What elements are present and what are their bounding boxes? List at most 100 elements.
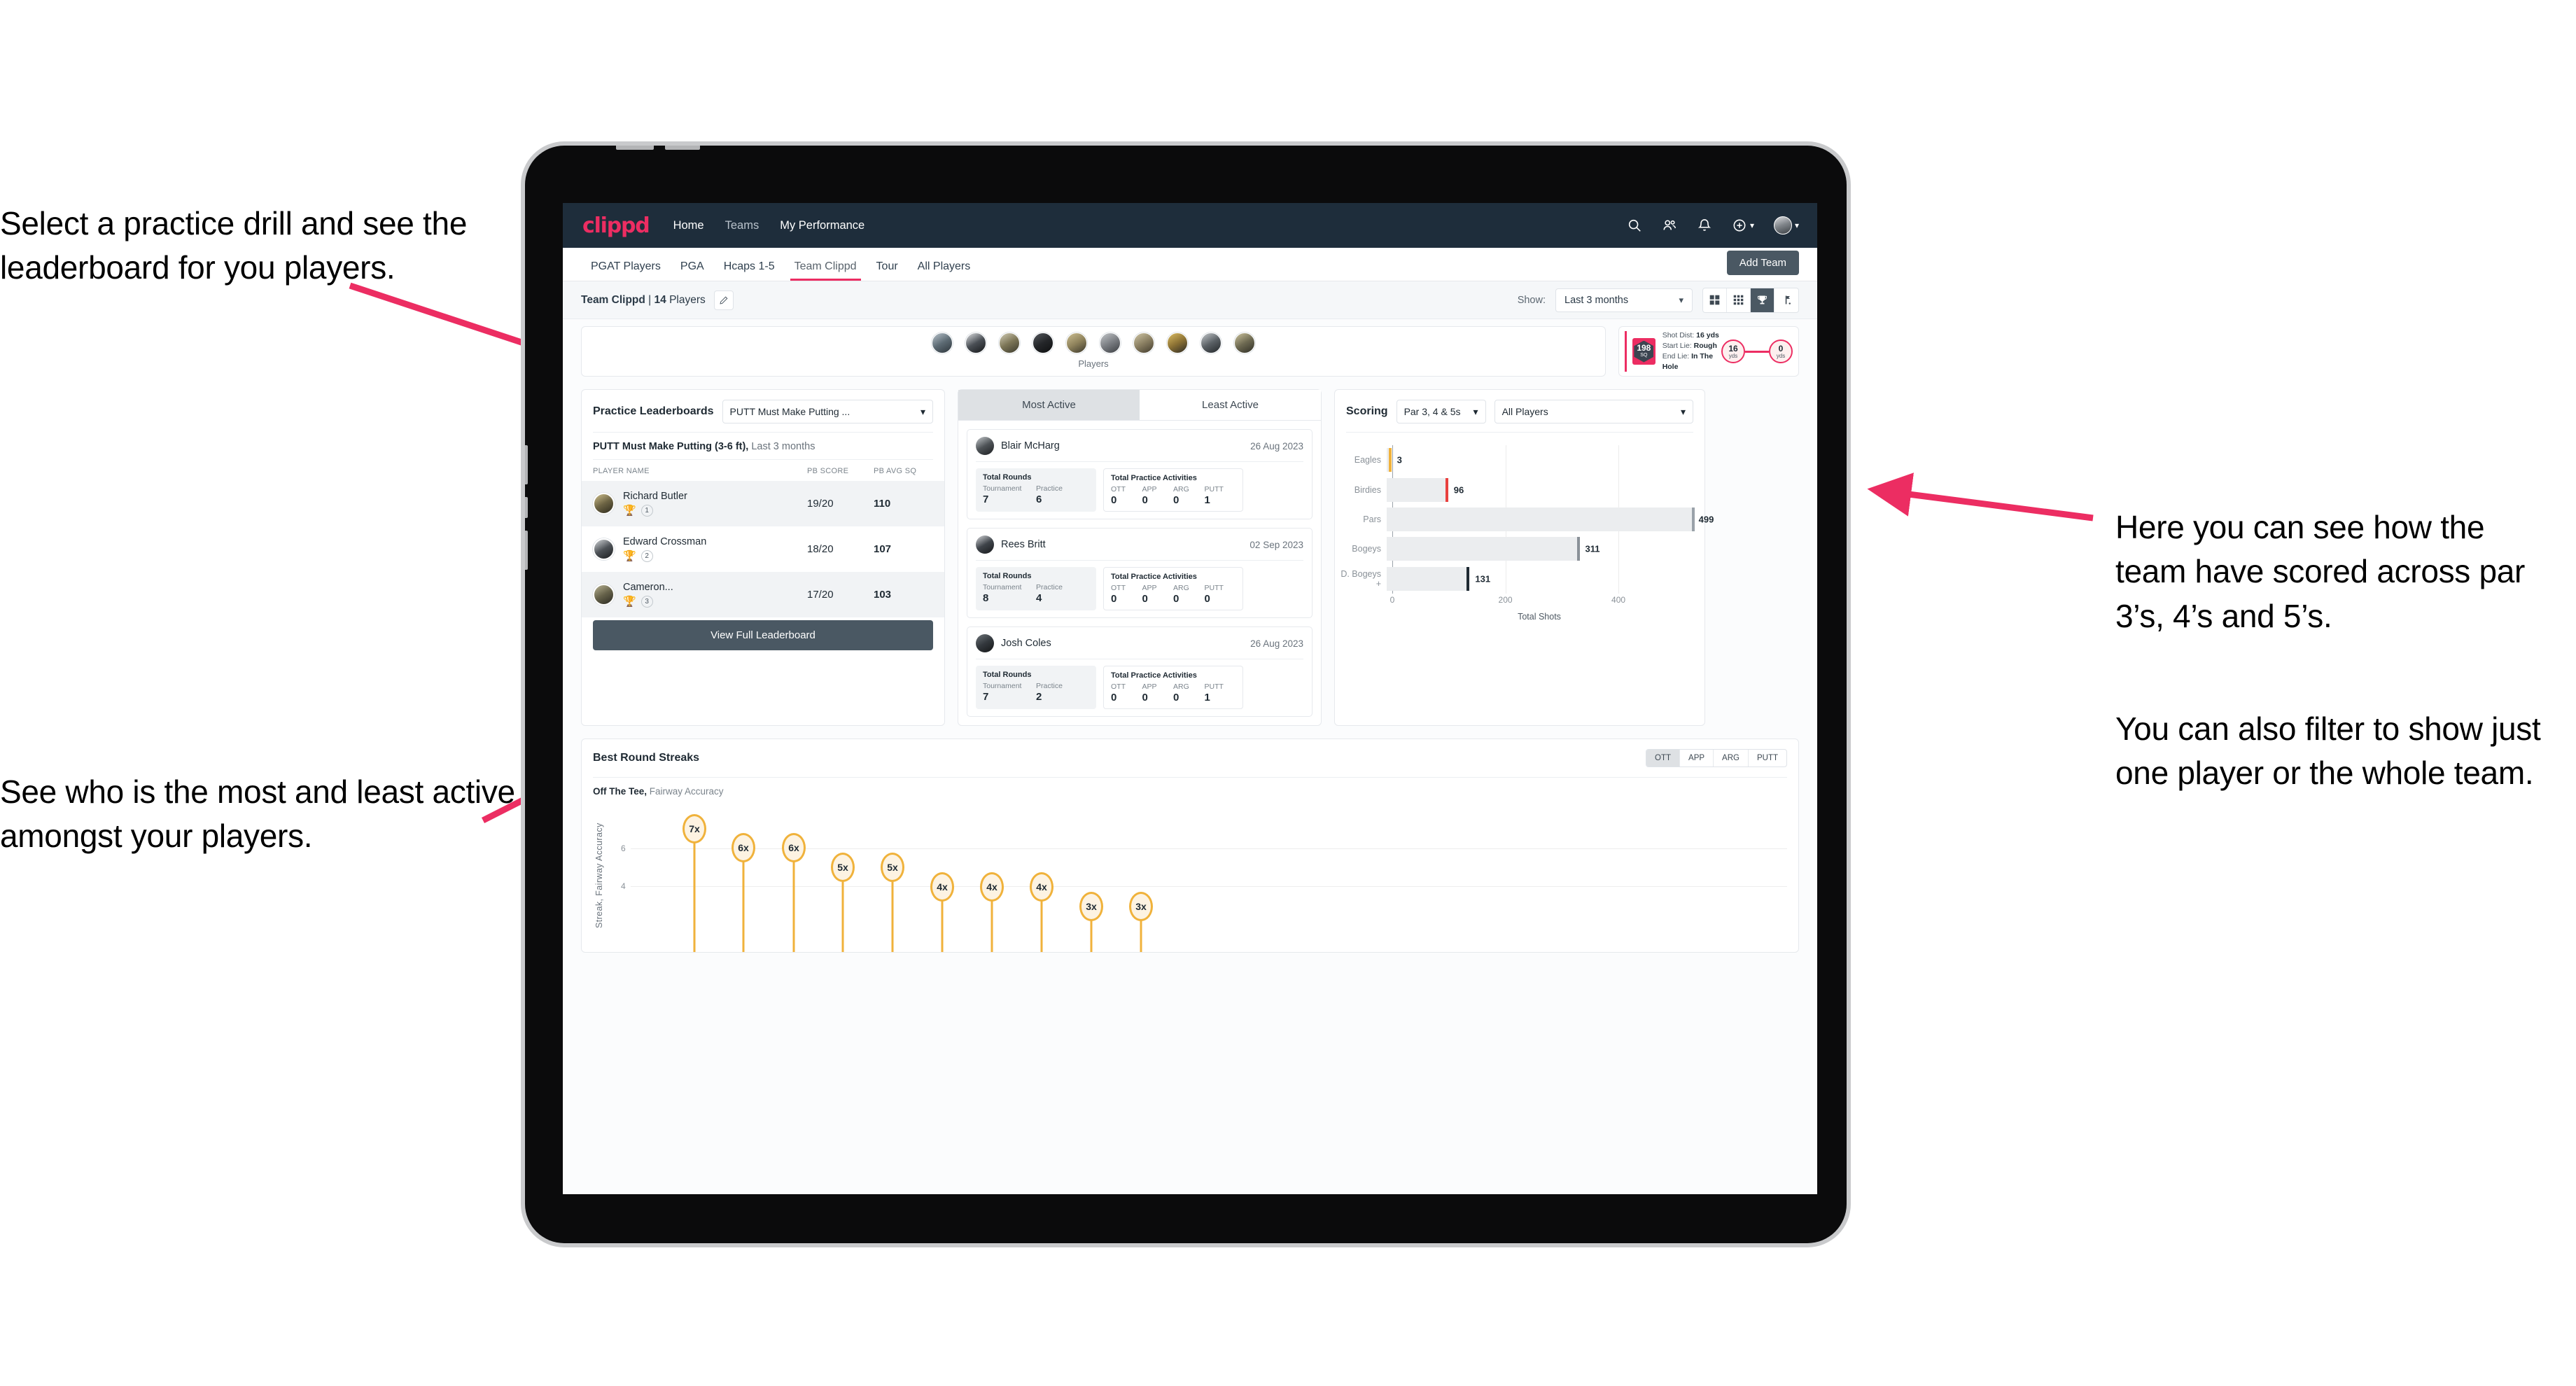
tab-putt[interactable]: PUTT [1749,750,1786,766]
lollipop-stem [792,848,795,952]
avatar[interactable] [999,332,1020,354]
stat-arg: ARG 0 [1173,682,1205,704]
bar-label: Bogeys [1352,544,1381,554]
trophy-icon: 🏆 [623,505,636,517]
toolbar-right: Show: Last 3 months ▾ [1518,287,1799,313]
bar-fill [1387,566,1467,591]
lollipop-label: 7x [682,814,706,844]
bar-value: 3 [1396,454,1402,465]
lollipop-label: 3x [1129,892,1153,921]
tab-least-active[interactable]: Least Active [1140,390,1321,420]
avatar[interactable] [1133,332,1154,354]
tab-app[interactable]: APP [1680,750,1714,766]
avatar[interactable] [1200,332,1222,354]
view-grid-small-button[interactable] [1727,288,1751,312]
stat-key: Practice [1036,682,1063,690]
practice-cols: OTT 0 APP 0 [1111,682,1236,704]
tab-all-players[interactable]: All Players [908,260,981,281]
pb-avg-sq: 103 [874,589,892,601]
bell-icon[interactable] [1697,218,1712,233]
avatar[interactable] [1234,332,1255,354]
bar-row-double-bogeys: D. Bogeys + 131 [1335,566,1704,591]
tab-pgat-players[interactable]: PGAT Players [581,260,671,281]
streaks-title: Best Round Streaks [593,752,700,764]
view-grid-large-button[interactable] [1703,288,1727,312]
add-menu[interactable]: ▾ [1732,218,1754,233]
tab-team-clippd[interactable]: Team Clippd [785,260,867,281]
stat-value: 0 [1142,593,1148,605]
view-full-leaderboard-button[interactable]: View Full Leaderboard [593,620,933,650]
stat-value: 0 [1111,593,1117,605]
clippd-logo[interactable]: clippd [582,214,650,238]
par-filter-select[interactable]: Par 3, 4 & 5s ▾ [1396,400,1486,424]
col-pb-score: PB SCORE [807,467,849,475]
view-flag-button[interactable] [1774,288,1798,312]
list-item[interactable]: Rees Britt 02 Sep 2023 Total Rounds Tour… [967,528,1312,618]
x-axis-label: Total Shots [1518,612,1561,622]
bar-label: Eagles [1354,455,1381,465]
add-team-button[interactable]: Add Team [1726,251,1799,275]
account-menu[interactable]: ▾ [1773,216,1799,234]
bar-label: Birdies [1354,484,1381,495]
nav-link-my-performance[interactable]: My Performance [780,219,864,232]
avatar[interactable] [1100,332,1121,354]
player-avatars [582,327,1605,354]
edit-team-button[interactable] [713,290,734,310]
stat-key: Practice [1036,583,1063,592]
lollipop-label: 6x [732,833,755,862]
nav-link-teams[interactable]: Teams [725,219,760,232]
people-icon[interactable] [1662,218,1677,233]
bar-row-eagles: Eagles 3 [1335,448,1704,472]
avatar[interactable] [1773,216,1792,234]
view-trophy-button[interactable] [1751,288,1774,312]
table-row[interactable]: Richard Butler 🏆 1 19/20 110 [582,481,944,526]
tab-ott[interactable]: OTT [1646,750,1681,766]
bar-fill [1387,537,1577,561]
player-filter-select[interactable]: All Players ▾ [1494,400,1693,424]
date-range-select[interactable]: Last 3 months ▾ [1555,288,1693,312]
nav-actions: ▾ ▾ [1627,216,1799,234]
device-button-side-2 [525,497,528,518]
avatar[interactable] [1066,332,1087,354]
plus-circle-icon[interactable] [1732,218,1747,233]
bar-track: 499 [1387,507,1714,531]
device-button-top-1 [616,146,654,150]
table-row[interactable]: Cameron... 🏆 3 17/20 103 [582,572,944,617]
divider [976,560,1303,561]
tab-hcaps-1-5[interactable]: Hcaps 1-5 [714,260,785,281]
avatar[interactable] [932,332,953,354]
shot-start-value: 16 [1728,343,1738,354]
stat-tournament: Tournament 8 [983,583,1036,604]
stat-value: 0 [1173,494,1180,506]
chevron-down-icon: ▾ [1679,294,1684,305]
drill-select[interactable]: PUTT Must Make Putting ... ▾ [722,400,933,424]
tab-arg[interactable]: ARG [1714,750,1749,766]
stat-value: 0 [1204,593,1210,605]
practice-leaderboards-panel: Practice Leaderboards PUTT Must Make Put… [581,389,945,726]
streaks-chart: Streak, Fairway Accuracy 6 4 7x 6x 6x 5x… [593,805,1787,952]
team-toolbar: Team Clippd | 14 Players Show: Last 3 mo… [563,281,1817,319]
stat-key: OTT [1111,584,1126,592]
stat-tournament: Tournament 7 [983,682,1036,703]
bar-cap [1388,448,1392,472]
avatar[interactable] [1032,332,1054,354]
trophy-icon: 🏆 [623,596,636,608]
nav-link-home[interactable]: Home [673,219,704,232]
avatar [976,634,994,652]
avatar[interactable] [965,332,986,354]
list-item[interactable]: Blair McHarg 26 Aug 2023 Total Rounds To… [967,429,1312,519]
start-lie-line: Start Lie: Rough [1662,341,1721,351]
shot-end-value: 0 [1778,343,1784,354]
tab-pga[interactable]: PGA [671,260,714,281]
tab-tour[interactable]: Tour [867,260,908,281]
list-item[interactable]: Josh Coles 26 Aug 2023 Total Rounds Tour… [967,626,1312,717]
bar-value: 96 [1453,484,1464,496]
lollipop-label: 5x [831,853,855,882]
avatar[interactable] [1167,332,1188,354]
pb-score: 19/20 [807,498,834,510]
y-axis-label: Streak, Fairway Accuracy [594,822,604,929]
stat-value: 0 [1173,593,1180,605]
tab-most-active[interactable]: Most Active [958,390,1140,420]
table-row[interactable]: Edward Crossman 🏆 2 18/20 107 [582,526,944,572]
search-icon[interactable] [1627,218,1642,233]
